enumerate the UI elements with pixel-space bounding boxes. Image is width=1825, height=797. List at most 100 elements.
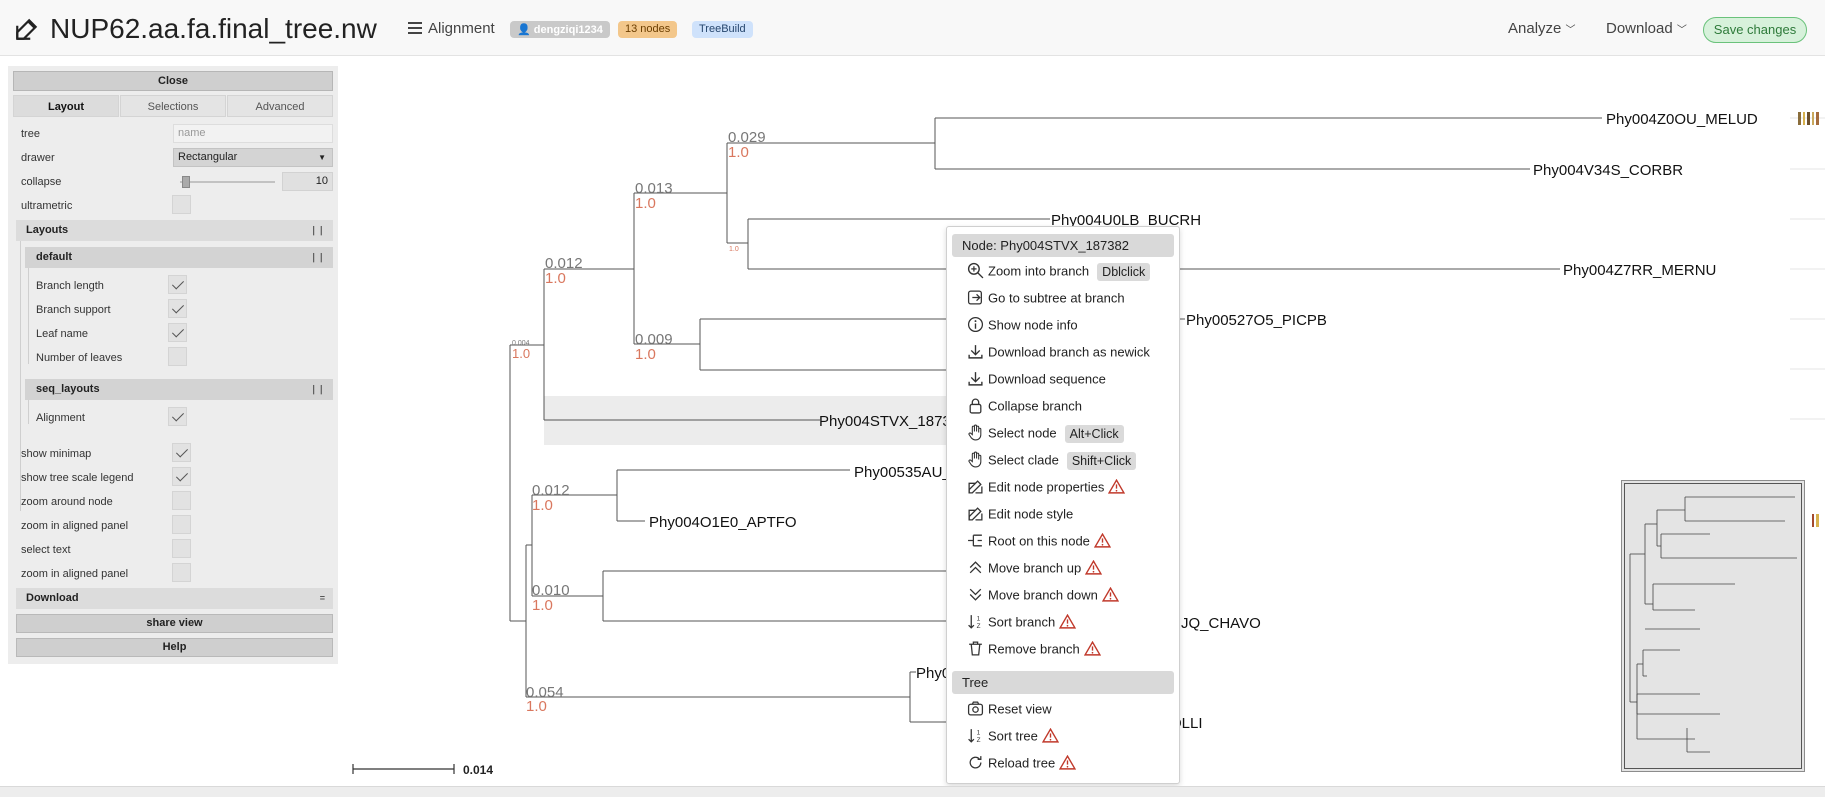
menu-collapse-branch[interactable]: Collapse branch	[967, 394, 1082, 418]
reload-icon	[969, 756, 982, 769]
collapse-slider-handle[interactable]	[182, 176, 190, 188]
menu-select-clade[interactable]: Select clade Shift+Click	[967, 448, 1137, 472]
warning-icon	[1093, 533, 1111, 548]
chevron-up-icon	[969, 561, 982, 574]
menu-root-on-node[interactable]: Root on this node	[967, 529, 1111, 553]
hamburger-icon[interactable]	[408, 21, 422, 35]
support-label: 1.0	[729, 246, 739, 253]
drawer-select[interactable]: Rectangular ▼	[173, 148, 333, 167]
share-view-button[interactable]: share view	[16, 614, 333, 633]
page-title: NUP62.aa.fa.final_tree.nw	[50, 13, 377, 44]
support-label: 1.0	[532, 597, 553, 614]
menu-edit-node-properties[interactable]: Edit node properties	[967, 475, 1126, 499]
chevron-down-icon: ﹀	[1565, 25, 1576, 36]
leaf-name: Phy00527O5_PICPB	[1186, 312, 1327, 329]
ultrametric-label: ultrametric	[21, 200, 73, 212]
leaf-name-checkbox[interactable]	[168, 323, 187, 342]
menu-sort-tree[interactable]: 1 Z Sort tree	[967, 724, 1059, 748]
menu-zoom-into-branch[interactable]: Zoom into branch Dblclick	[967, 259, 1151, 283]
minimap-viewport[interactable]	[1624, 483, 1802, 769]
chevron-down-icon	[969, 588, 982, 601]
menu-select-node[interactable]: Select node Alt+Click	[967, 421, 1124, 445]
caret-down-icon: ▼	[318, 153, 326, 162]
select-text-checkbox[interactable]	[172, 539, 191, 558]
support-label: 1.0	[635, 195, 656, 212]
tab-layout[interactable]: Layout	[13, 95, 119, 117]
seq-layouts-header[interactable]: seq_layouts ❘❘	[25, 379, 333, 400]
edit-icon[interactable]	[14, 16, 40, 42]
number-of-leaves-checkbox[interactable]	[168, 347, 187, 366]
leaf-name: JQ_CHAVO	[1181, 615, 1261, 632]
status-bar	[0, 786, 1825, 797]
svg-text:1: 1	[977, 616, 981, 623]
menu-reload-tree[interactable]: Reload tree	[967, 751, 1077, 775]
svg-text:Z: Z	[977, 737, 981, 744]
user-badge: 👤 dengziqi1234	[510, 21, 610, 38]
shortcut-badge: Dblclick	[1097, 262, 1151, 281]
support-label: 1.0	[635, 346, 656, 363]
zoom-around-node-checkbox[interactable]	[172, 491, 191, 510]
branch-support-checkbox[interactable]	[168, 299, 187, 318]
edit-icon	[968, 480, 983, 494]
zoom-in-aligned-panel-checkbox[interactable]	[172, 515, 191, 534]
tab-advanced[interactable]: Advanced	[227, 95, 333, 117]
menu-show-node-info[interactable]: Show node info	[967, 313, 1078, 337]
leaf-name: Phy00535AU_	[854, 464, 951, 481]
option-label: show tree scale legend	[21, 472, 134, 484]
shortcut-badge: Alt+Click	[1064, 424, 1124, 443]
show-minimap-checkbox[interactable]	[172, 443, 191, 462]
option-label: show minimap	[21, 448, 92, 460]
app-header: NUP62.aa.fa.final_tree.nw Alignment 👤 de…	[0, 0, 1825, 56]
layout-option-label: Leaf name	[36, 328, 88, 340]
layouts-section-header[interactable]: Layouts ❘❘	[16, 220, 333, 241]
menu-edit-node-style[interactable]: Edit node style	[967, 502, 1073, 526]
zoom-in-aligned-panel-checkbox-2[interactable]	[172, 563, 191, 582]
default-layout-header[interactable]: default ❘❘	[25, 247, 333, 268]
minimap-tree	[1629, 496, 1797, 753]
warning-icon	[1108, 479, 1126, 494]
save-changes-button[interactable]: Save changes	[1703, 17, 1807, 43]
context-menu: Node: Phy004STVX_187382 Zoom into branch…	[946, 226, 1180, 784]
help-button[interactable]: Help	[16, 638, 333, 657]
ultrametric-checkbox[interactable]	[172, 195, 191, 214]
support-label: 1.0	[532, 497, 553, 514]
context-node-header: Node: Phy004STVX_187382	[952, 234, 1174, 257]
alignment-checkbox[interactable]	[168, 407, 187, 426]
expand-icon: =	[319, 593, 325, 603]
collapse-icon: ❘❘	[309, 252, 325, 262]
branch-length-checkbox[interactable]	[168, 275, 187, 294]
download-icon	[968, 372, 983, 386]
minimap[interactable]	[1621, 480, 1805, 772]
support-label: 1.0	[728, 144, 749, 161]
menu-move-branch-down[interactable]: Move branch down	[967, 583, 1119, 607]
support-label: 1.0	[526, 698, 547, 715]
menu-remove-branch[interactable]: Remove branch	[967, 637, 1101, 661]
show-tree-scale-legend-checkbox[interactable]	[172, 467, 191, 486]
alignment-menu[interactable]: Alignment	[428, 20, 495, 37]
collapse-value[interactable]: 10	[282, 172, 333, 191]
menu-reset-view[interactable]: Reset view	[967, 697, 1052, 721]
divider	[20, 241, 21, 511]
warning-icon	[1059, 614, 1077, 629]
menu-download-sequence[interactable]: Download sequence	[967, 367, 1106, 391]
option-label: zoom in aligned panel	[21, 520, 129, 532]
drawer-label: drawer	[21, 152, 55, 164]
tab-selections[interactable]: Selections	[120, 95, 226, 117]
chevron-down-icon: ﹀	[1676, 25, 1687, 36]
layout-panel: Close Layout Selections Advanced tree na…	[8, 66, 338, 664]
close-panel-button[interactable]: Close	[13, 71, 333, 91]
menu-sort-branch[interactable]: 1 Z Sort branch	[967, 610, 1077, 634]
menu-download-newick[interactable]: Download branch as newick	[967, 340, 1150, 364]
edit-icon	[968, 507, 983, 521]
option-label: zoom in aligned panel	[21, 568, 129, 580]
trash-icon	[969, 641, 982, 656]
analyze-dropdown[interactable]: Analyze ﹀	[1508, 20, 1576, 37]
camera-icon	[967, 701, 984, 716]
menu-go-to-subtree[interactable]: Go to subtree at branch	[967, 286, 1125, 310]
menu-move-branch-up[interactable]: Move branch up	[967, 556, 1103, 580]
collapse-slider-track[interactable]	[180, 181, 275, 183]
download-dropdown[interactable]: Download ﹀	[1606, 20, 1687, 37]
warning-icon	[1083, 641, 1101, 656]
tree-name-input[interactable]: name	[173, 124, 333, 143]
download-section-header[interactable]: Download =	[16, 588, 333, 609]
